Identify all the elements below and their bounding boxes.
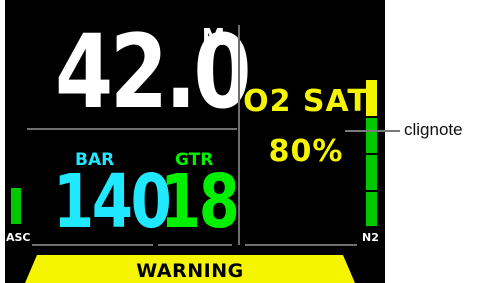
o2-underline	[245, 244, 357, 246]
horizontal-divider	[27, 128, 237, 130]
n2-gauge-segment-yellow	[366, 80, 377, 116]
dive-computer-screen: 42.0 M ASC BAR 140 GTR 18 O2 SAT 80% N2 …	[5, 0, 385, 283]
warning-banner: WARNING	[25, 255, 355, 283]
bar-value: 140	[53, 159, 172, 245]
n2-gauge-segment-green	[366, 192, 377, 226]
callout-label: clignote	[404, 120, 463, 139]
gtr-value: 18	[160, 159, 240, 245]
o2-sat-label: O2 SAT	[243, 84, 369, 119]
n2-gauge-segment-green	[366, 118, 377, 153]
callout-line	[345, 130, 400, 132]
ascent-rate-bar	[11, 188, 21, 224]
n2-gauge-segment-green	[366, 155, 377, 190]
o2-sat-value: 80%	[268, 134, 344, 169]
depth-unit: M	[202, 25, 225, 51]
vertical-divider	[238, 25, 240, 245]
asc-label: ASC	[6, 231, 31, 244]
n2-label: N2	[362, 231, 379, 244]
gtr-underline	[158, 244, 232, 246]
bar-underline	[32, 244, 153, 246]
n2-gauge	[366, 80, 377, 226]
warning-text: WARNING	[136, 260, 244, 282]
